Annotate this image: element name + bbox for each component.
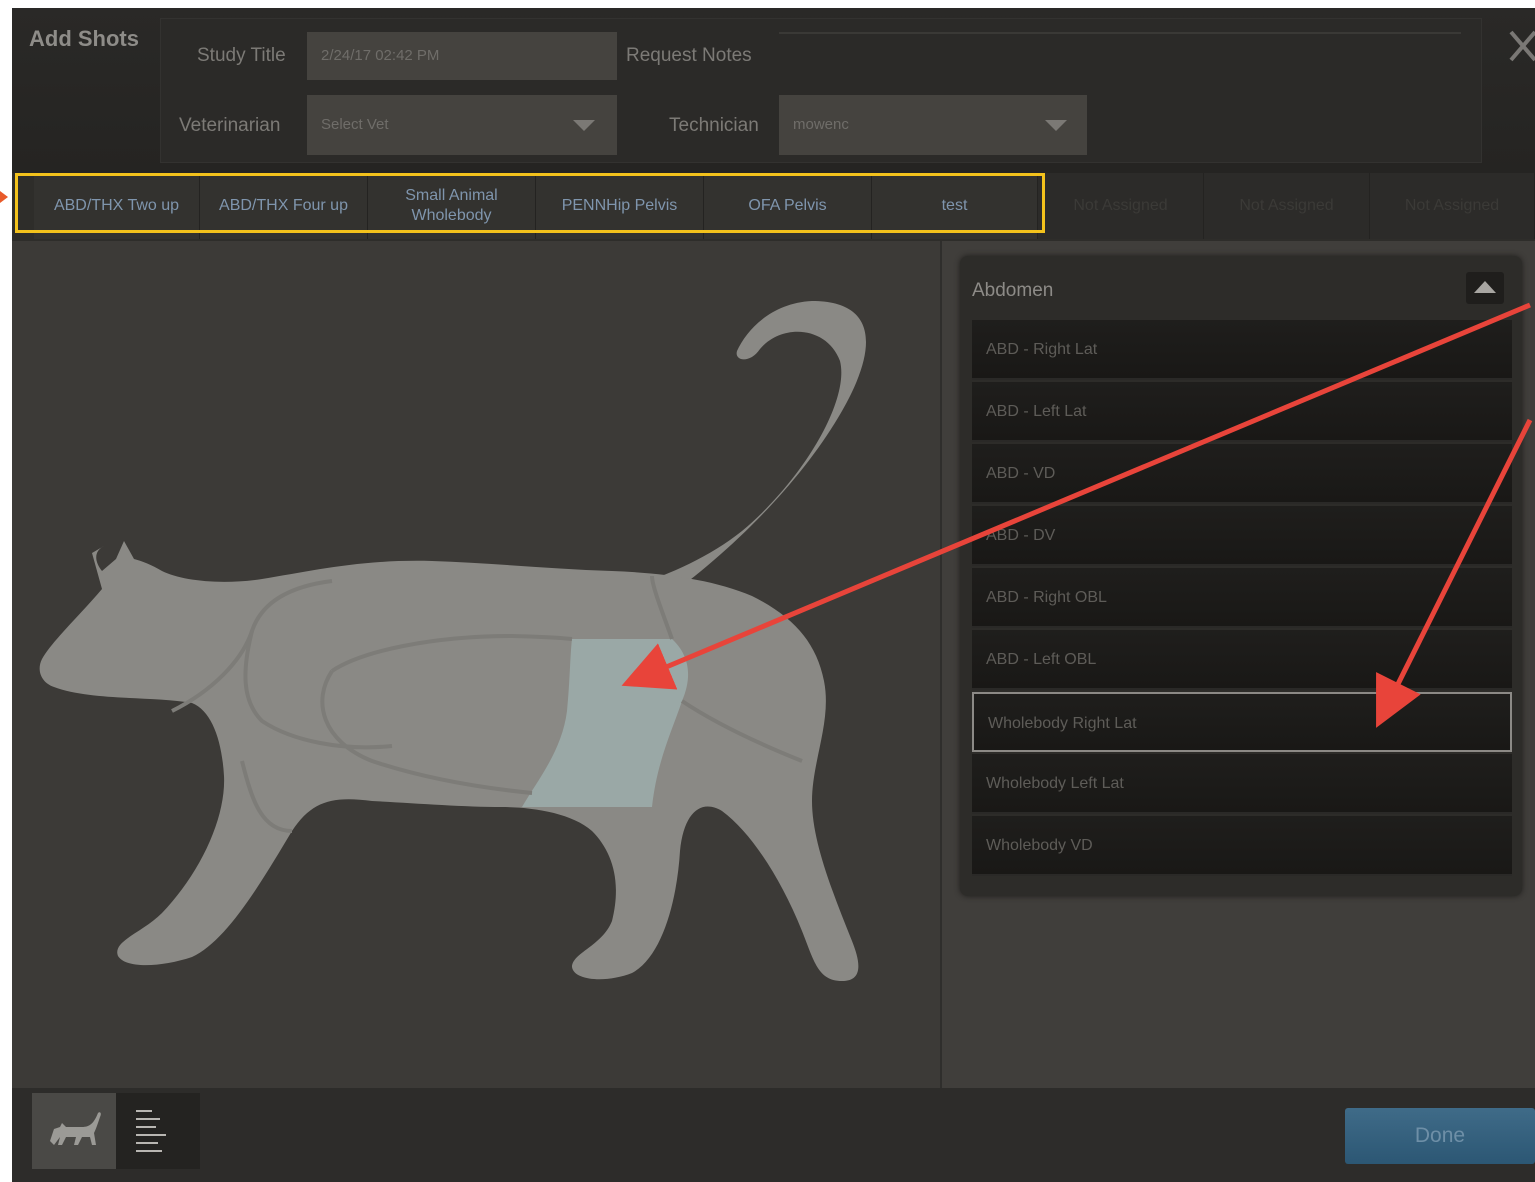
shot-item-abd-right-lat[interactable]: ABD - Right Lat: [972, 320, 1512, 380]
add-shots-dialog: Add Shots Study Title 2/24/17 02:42 PM R…: [12, 8, 1535, 1182]
tab-abd-thx-two-up[interactable]: ABD/THX Two up: [34, 173, 200, 239]
shot-item-abd-right-obl[interactable]: ABD - Right OBL: [972, 568, 1512, 628]
study-fields: Study Title 2/24/17 02:42 PM Request Not…: [160, 18, 1482, 163]
tab-pennhip-pelvis[interactable]: PENNHip Pelvis: [536, 173, 704, 239]
veterinarian-select[interactable]: Select Vet: [307, 95, 617, 155]
done-button[interactable]: Done: [1345, 1108, 1535, 1164]
tab-small-animal-wholebody[interactable]: Small Animal Wholebody: [368, 173, 536, 239]
study-title-input[interactable]: 2/24/17 02:42 PM: [307, 32, 617, 80]
shot-item-abd-vd[interactable]: ABD - VD: [972, 444, 1512, 504]
shot-item-abd-left-obl[interactable]: ABD - Left OBL: [972, 630, 1512, 690]
veterinarian-value: Select Vet: [321, 116, 389, 133]
request-notes-label: Request Notes: [626, 45, 752, 66]
technician-label: Technician: [669, 115, 759, 136]
tab-test[interactable]: test: [872, 173, 1038, 239]
request-notes-input[interactable]: [779, 32, 1461, 34]
tab-not-assigned-3[interactable]: Not Assigned: [1370, 173, 1535, 239]
anatomy-canvas: [12, 241, 940, 1088]
dialog-title: Add Shots: [29, 26, 139, 51]
chevron-down-icon: [1045, 120, 1067, 131]
shot-list-title: Abdomen: [972, 280, 1054, 301]
veterinarian-label: Veterinarian: [179, 115, 281, 136]
chevron-down-icon: [573, 120, 595, 131]
tab-not-assigned-1[interactable]: Not Assigned: [1038, 173, 1204, 239]
dialog-footer: Done: [12, 1088, 1535, 1182]
study-title-label: Study Title: [197, 45, 286, 66]
preset-tabs: ABD/THX Two up ABD/THX Four up Small Ani…: [12, 173, 1535, 241]
close-button[interactable]: [1505, 26, 1535, 66]
tab-not-assigned-2[interactable]: Not Assigned: [1204, 173, 1370, 239]
dialog-header: Add Shots Study Title 2/24/17 02:42 PM R…: [12, 8, 1535, 173]
shot-item-abd-left-lat[interactable]: ABD - Left Lat: [972, 382, 1512, 442]
shot-item-wholebody-vd[interactable]: Wholebody VD: [972, 816, 1512, 876]
annotation-arrow-tip-left: [0, 191, 8, 203]
close-icon: [1509, 30, 1535, 62]
technician-select[interactable]: mowenc: [779, 95, 1087, 155]
tab-ofa-pelvis[interactable]: OFA Pelvis: [704, 173, 872, 239]
tab-abd-thx-four-up[interactable]: ABD/THX Four up: [200, 173, 368, 239]
cat-body: [39, 541, 859, 981]
list-icon: [136, 1110, 166, 1152]
cat-anatomy-diagram: [39, 301, 866, 981]
cat-icon: [50, 1112, 101, 1145]
shot-item-abd-dv[interactable]: ABD - DV: [972, 506, 1512, 566]
anatomy-view-button[interactable]: [32, 1093, 116, 1169]
list-view-button[interactable]: [116, 1093, 200, 1169]
abdomen-shot-list: Abdomen ABD - Right Lat ABD - Left Lat A…: [960, 256, 1522, 896]
cat-tail[interactable]: [612, 301, 866, 601]
collapse-button[interactable]: [1466, 272, 1504, 304]
shot-item-wholebody-right-lat[interactable]: Wholebody Right Lat: [972, 692, 1512, 752]
shot-item-wholebody-left-lat[interactable]: Wholebody Left Lat: [972, 754, 1512, 814]
shot-list-panel: Abdomen ABD - Right Lat ABD - Left Lat A…: [940, 241, 1535, 1088]
technician-value: mowenc: [793, 116, 849, 133]
